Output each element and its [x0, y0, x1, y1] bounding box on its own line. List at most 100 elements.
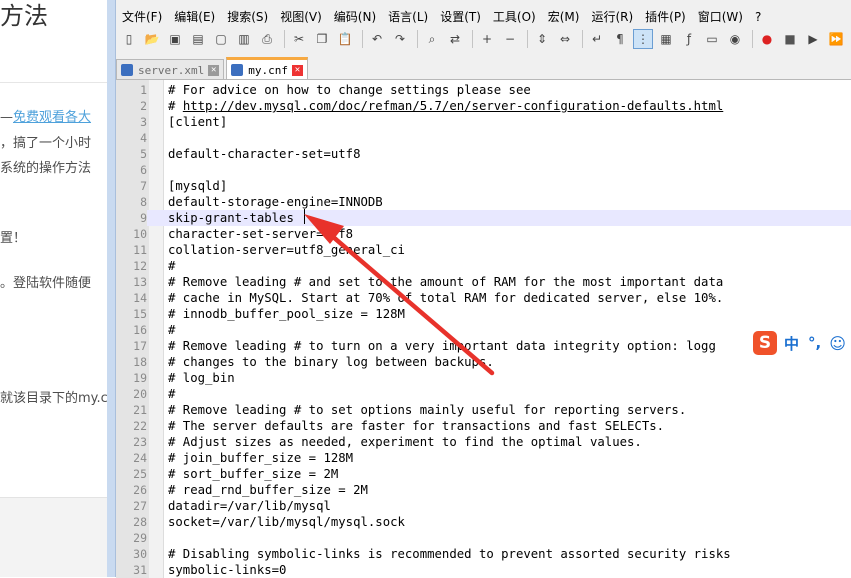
close-tab-icon[interactable]: ✕ [291, 64, 303, 76]
menu-item[interactable]: 文件(F) [116, 8, 168, 26]
article-line: 置！ [0, 231, 27, 246]
function-list-icon[interactable]: ƒ [679, 29, 699, 49]
code-line[interactable]: 6 [116, 162, 851, 178]
code-line[interactable]: 25 # sort_buffer_size = 2M [116, 466, 851, 482]
replace-icon[interactable]: ⇄ [445, 29, 465, 49]
code-line[interactable]: 20 # [116, 386, 851, 402]
sync-h-icon[interactable]: ⇔ [555, 29, 575, 49]
code-text: character-set-server=utf8 [168, 227, 354, 241]
code-line[interactable]: 2 # http://dev.mysql.com/doc/refman/5.7/e… [116, 98, 851, 114]
code-line[interactable]: 3 [client] [116, 114, 851, 130]
close-icon[interactable]: ▢ [211, 29, 231, 49]
menu-item[interactable]: 工具(O) [487, 8, 542, 26]
zoom-out-icon[interactable]: − [500, 29, 520, 49]
folder-workspace-icon[interactable]: ▭ [702, 29, 722, 49]
paste-icon[interactable]: 📋 [335, 29, 355, 49]
doc-map-icon[interactable]: ▦ [656, 29, 676, 49]
code-line[interactable]: 5 default-character-set=utf8 [116, 146, 851, 162]
article-link[interactable]: 免费观看各大 [13, 110, 91, 125]
undo-icon[interactable]: ↶ [367, 29, 387, 49]
menu-item[interactable]: 语言(L) [382, 8, 434, 26]
menu-item[interactable]: 视图(V) [274, 8, 328, 26]
code-line[interactable]: 13 # Remove leading # and set to the amou… [116, 274, 851, 290]
code-line[interactable]: 30 # Disabling symbolic-links is recommen… [116, 546, 851, 562]
code-line[interactable]: 24 # join_buffer_size = 128M [116, 450, 851, 466]
code-line[interactable]: 15 # innodb_buffer_pool_size = 128M [116, 306, 851, 322]
code-line[interactable]: 21 # Remove leading # to set options main… [116, 402, 851, 418]
indent-guide-icon[interactable]: ⋮ [633, 29, 653, 49]
close-all-icon[interactable]: ▥ [234, 29, 254, 49]
line-number: 15 [133, 307, 147, 321]
menu-item[interactable]: 宏(M) [542, 8, 586, 26]
article-text: — [0, 110, 13, 125]
page-footer-area [0, 497, 107, 577]
code-text: datadir=/var/lib/mysql [168, 499, 331, 513]
stop-record-icon[interactable]: ■ [780, 29, 800, 49]
menu-item[interactable]: 插件(P) [639, 8, 692, 26]
new-file-icon[interactable]: ▯ [119, 29, 139, 49]
code-line[interactable]: 23 # Adjust sizes as needed, experiment t… [116, 434, 851, 450]
sync-v-icon[interactable]: ⇕ [532, 29, 552, 49]
code-line[interactable]: 14 # cache in MySQL. Start at 70% of tota… [116, 290, 851, 306]
url-link[interactable]: http://dev.mysql.com/doc/refman/5.7/en/s… [183, 99, 723, 113]
redo-icon[interactable]: ↷ [390, 29, 410, 49]
cut-icon[interactable]: ✂ [289, 29, 309, 49]
code-line[interactable]: 29 [116, 530, 851, 546]
code-line[interactable]: 31 symbolic-links=0 [116, 562, 851, 578]
code-line[interactable]: 1 # For advice on how to change settings … [116, 82, 851, 98]
code-line[interactable]: 26 # read_rnd_buffer_size = 2M [116, 482, 851, 498]
print-icon[interactable]: ⎙ [257, 29, 277, 49]
file-icon [121, 64, 133, 76]
tab-label: my.cnf [248, 63, 288, 77]
article-line: 系统的操作方法 [0, 161, 92, 176]
menu-item[interactable]: 搜索(S) [221, 8, 274, 26]
sogou-logo-icon[interactable]: S [753, 331, 777, 355]
menu-item[interactable]: 编码(N) [328, 8, 382, 26]
code-line[interactable]: 16 # [116, 322, 851, 338]
code-line[interactable]: 8 default-storage-engine=INNODB [116, 194, 851, 210]
code-line[interactable]: 28 socket=/var/lib/mysql/mysql.sock [116, 514, 851, 530]
code-line[interactable]: 22 # The server defaults are faster for t… [116, 418, 851, 434]
code-line[interactable]: 27 datadir=/var/lib/mysql [116, 498, 851, 514]
menu-item[interactable]: ? [749, 8, 767, 26]
code-text: skip-grant-tables [168, 211, 294, 225]
code-line[interactable]: 10 character-set-server=utf8 [116, 226, 851, 242]
line-number: 9 [116, 210, 147, 226]
open-file-icon[interactable]: 📂 [142, 29, 162, 49]
run-macro-multi-icon[interactable]: ⏩ [826, 29, 846, 49]
line-number: 28 [133, 515, 147, 529]
emoji-icon[interactable]: ☺ [829, 334, 846, 353]
menu-item[interactable]: 编辑(E) [168, 8, 221, 26]
code-line[interactable]: 7 [mysqld] [116, 178, 851, 194]
line-number: 4 [140, 131, 147, 145]
zoom-in-icon[interactable]: + [477, 29, 497, 49]
save-icon[interactable]: ▣ [165, 29, 185, 49]
find-icon[interactable]: ⌕ [422, 29, 442, 49]
code-line[interactable]: 9 skip-grant-tables [116, 210, 851, 226]
code-line[interactable]: 17 # Remove leading # to turn on a very i… [116, 338, 851, 354]
article-title: 方法 [0, 2, 48, 30]
save-all-icon[interactable]: ▤ [188, 29, 208, 49]
play-macro-icon[interactable]: ▶ [803, 29, 823, 49]
menu-item[interactable]: 窗口(W) [692, 8, 749, 26]
code-line[interactable]: 18 # changes to the binary log between ba… [116, 354, 851, 370]
monitor-icon[interactable]: ◉ [725, 29, 745, 49]
toolbar-separator [752, 30, 753, 48]
code-line[interactable]: 19 # log_bin [116, 370, 851, 386]
ime-mode-toggle[interactable]: 中 [784, 333, 799, 354]
code-editor[interactable]: 1 # For advice on how to change settings … [116, 79, 851, 578]
menu-item[interactable]: 设置(T) [434, 8, 487, 26]
tab-my-cnf[interactable]: my.cnf ✕ [226, 57, 308, 80]
copy-icon[interactable]: ❐ [312, 29, 332, 49]
code-line[interactable]: 4 [116, 130, 851, 146]
tab-server-xml[interactable]: server.xml ✕ [116, 59, 225, 80]
ime-status-bar[interactable]: S 中 °, ☺ [753, 330, 851, 356]
close-tab-icon[interactable]: ✕ [208, 64, 220, 76]
punctuation-toggle[interactable]: °, [808, 334, 821, 352]
record-macro-icon[interactable]: ● [757, 29, 777, 49]
code-line[interactable]: 11 collation-server=utf8_general_ci [116, 242, 851, 258]
menu-item[interactable]: 运行(R) [585, 8, 639, 26]
show-all-chars-icon[interactable]: ¶ [610, 29, 630, 49]
word-wrap-icon[interactable]: ↵ [587, 29, 607, 49]
code-line[interactable]: 12 # [116, 258, 851, 274]
